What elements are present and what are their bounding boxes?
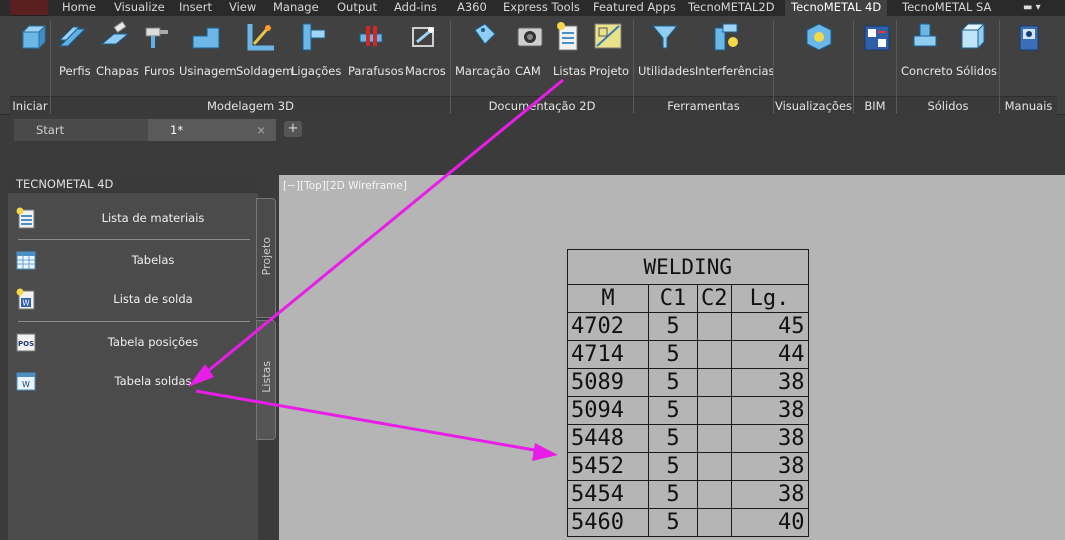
table-row: 5089 5 38 [567, 368, 809, 397]
table-row: 5094 5 38 [567, 396, 809, 425]
manual-book-icon [1019, 25, 1039, 51]
tab-tecnometal-4d[interactable]: TecnoMETAL 4D [785, 0, 888, 16]
plate-icon [100, 20, 130, 45]
positions-table-icon: POS [16, 333, 36, 352]
beam-profile-icon [58, 26, 87, 47]
palette-item-lista-materiais[interactable]: Lista de materiais [8, 203, 248, 233]
connection-icon [302, 23, 326, 51]
tab-featured-apps[interactable]: Featured Apps [593, 0, 676, 16]
weld-list-icon: W [16, 288, 35, 310]
new-tab-button[interactable]: + [284, 121, 302, 137]
header-m: M [567, 284, 649, 313]
header-c1: C1 [648, 284, 698, 313]
palette-side-tabs: Projeto Listas [256, 198, 276, 440]
tab-start[interactable]: Start [14, 119, 154, 141]
side-tab-projeto[interactable]: Projeto [256, 198, 276, 318]
panel-solidos: Sólidos [897, 96, 999, 115]
svg-text:W: W [22, 380, 30, 389]
viewport-controls-label[interactable]: [−][Top][2D Wireframe] [283, 180, 407, 192]
solid-icon [960, 22, 986, 50]
table-row: 5454 5 38 [567, 480, 809, 509]
header-lg: Lg. [730, 284, 809, 313]
machining-icon [192, 27, 220, 49]
weld-table-icon: W [16, 372, 36, 391]
table-row: 4702 5 45 [567, 312, 809, 341]
palette-title: TECNOMETAL 4D [8, 175, 258, 193]
panel-ferramentas: Ferramentas [634, 96, 773, 115]
macros-icon [412, 27, 434, 47]
panel-documentacao-2d: Documentação 2D [451, 96, 633, 115]
tab-drawing-1[interactable]: 1* × [148, 119, 276, 141]
document-tab-bar: Start 1* × + [0, 115, 1065, 141]
minimize-ribbon-icon[interactable]: ▬ ▾ [1023, 0, 1041, 16]
tab-insert[interactable]: Insert [179, 0, 212, 16]
tab-express-tools[interactable]: Express Tools [503, 0, 580, 16]
ribbon-tab-bar: Home Visualize Insert View Manage Output… [0, 0, 1065, 16]
panel-iniciar: Iniciar [10, 96, 50, 115]
palette-item-tabela-soldas[interactable]: W Tabela soldas [8, 366, 248, 396]
tab-view[interactable]: View [229, 0, 256, 16]
svg-text:POS: POS [18, 340, 34, 348]
project-icon [594, 23, 622, 49]
autocad-window: Home Visualize Insert View Manage Output… [0, 0, 1065, 540]
bim-icon [864, 25, 890, 51]
panel-modelagem-3d: Modelagem 3D [51, 96, 450, 115]
cam-icon [517, 27, 543, 47]
welding-table: WELDING M C1 C2 Lg. 4702 5 45 4714 5 44 5089… [567, 249, 809, 537]
table-grid-icon [16, 251, 36, 270]
tab-home[interactable]: Home [62, 0, 96, 16]
svg-text:W: W [22, 299, 30, 308]
interference-icon [714, 23, 738, 51]
funnel-icon [651, 25, 679, 49]
table-row: 5460 5 40 [567, 508, 809, 537]
concrete-icon [913, 23, 937, 47]
panel-bim: BIM [854, 96, 896, 115]
table-row: 4714 5 44 [567, 340, 809, 369]
tab-a360[interactable]: A360 [457, 0, 487, 16]
welding-icon [247, 24, 274, 51]
tab-manage[interactable]: Manage [273, 0, 319, 16]
bolt-icon [359, 26, 383, 46]
tab-tecnometal-sa[interactable]: TecnoMETAL SA [902, 0, 991, 16]
welding-table-title: WELDING [567, 249, 809, 285]
material-list-icon [16, 207, 35, 229]
toolbar-strip [0, 141, 1065, 175]
table-row: 5448 5 38 [567, 424, 809, 453]
visualize-icon [806, 23, 832, 51]
drawing-canvas[interactable]: [−][Top][2D Wireframe] WELDING M C1 C2 L… [279, 175, 1065, 540]
close-tab-icon[interactable]: × [256, 119, 266, 141]
application-menu-button[interactable] [10, 0, 48, 16]
tool-palette: TECNOMETAL 4D Lista de materiais Tabelas… [8, 175, 258, 540]
tag-icon [474, 23, 496, 45]
drill-icon [145, 27, 168, 48]
side-tab-listas[interactable]: Listas [256, 320, 276, 440]
table-row: 5452 5 38 [567, 452, 809, 481]
tab-tecnometal2d[interactable]: TecnoMETAL2D [688, 0, 775, 16]
palette-item-lista-solda[interactable]: W Lista de solda [8, 284, 248, 314]
list-icon [557, 22, 578, 51]
palette-item-tabelas[interactable]: Tabelas [8, 245, 248, 275]
ribbon-panel-area: Perfis Chapas Furos Usinagem Soldagem Li… [0, 16, 1065, 115]
tab-output[interactable]: Output [337, 0, 377, 16]
cube-icon [21, 24, 47, 50]
palette-item-tabela-posicoes[interactable]: POS Tabela posições [8, 327, 248, 357]
welding-table-title-row: WELDING [567, 249, 809, 285]
tab-add-ins[interactable]: Add-ins [394, 0, 437, 16]
panel-visualizacoes: Visualizações [774, 96, 853, 115]
panel-manuais: Manuais [1000, 96, 1057, 115]
header-c2: C2 [697, 284, 732, 313]
tab-visualize[interactable]: Visualize [114, 0, 165, 16]
welding-table-header-row: M C1 C2 Lg. [567, 284, 809, 313]
